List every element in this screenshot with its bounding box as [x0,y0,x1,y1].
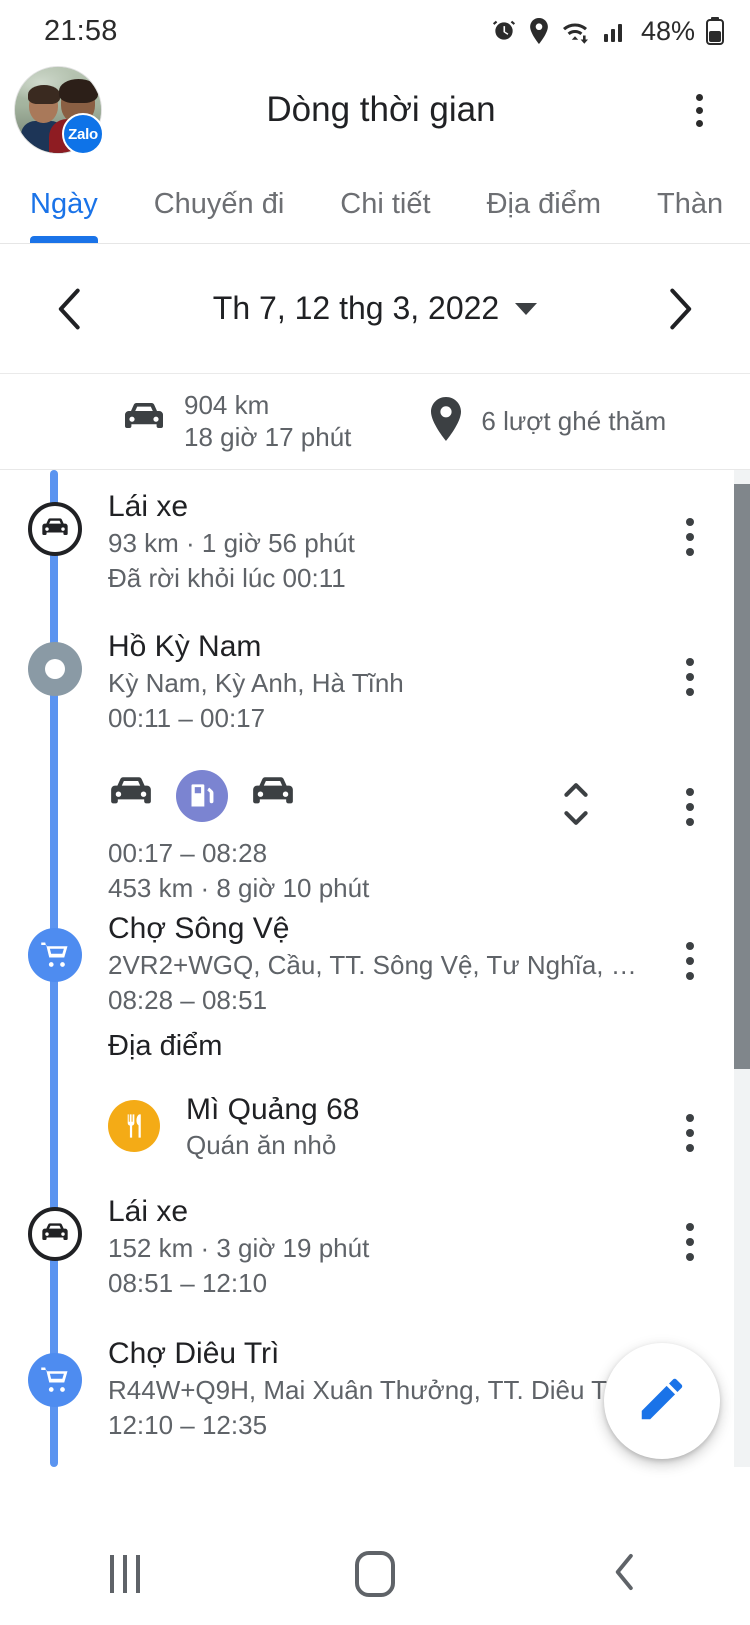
edit-pencil-icon [635,1372,689,1431]
back-button[interactable] [565,1539,685,1609]
tab-dia-diem[interactable]: Địa điểm [487,188,601,243]
location-icon [528,18,550,44]
entry-address: 2VR2+WGQ, Cầu, TT. Sông Vệ, Tư Nghĩa, Qu… [108,950,654,981]
app-bar: Zalo Dòng thời gian [0,62,750,158]
day-summary: 904 km 18 giờ 17 phút 6 lượt ghé thăm [0,374,750,470]
home-icon [355,1551,395,1597]
entry-overflow-icon[interactable] [670,658,710,696]
edit-fab-button[interactable] [604,1343,720,1459]
entry-text: Hồ Kỳ Nam Kỳ Nam, Kỳ Anh, Hà Tĩnh 00:11 … [108,628,654,736]
next-day-button[interactable] [656,285,704,333]
recents-button[interactable] [65,1539,185,1609]
sub-place-name: Mì Quảng 68 [186,1093,360,1126]
entry-text: Lái xe 152 km · 3 giờ 19 phút 08:51 – 12… [108,1193,654,1301]
entry-detail: 93 km · 1 giờ 56 phút [108,528,355,559]
tab-chuyen-di[interactable]: Chuyến đi [154,188,285,243]
overflow-menu-icon[interactable] [674,86,724,135]
back-icon [609,1550,641,1599]
status-bar: 21:58 48% [0,0,750,62]
sub-place-item[interactable]: Mì Quảng 68 Quán ăn nhỏ [108,1090,654,1163]
alarm-icon [491,18,517,44]
summary-km: 904 km [184,389,270,420]
location-pin-icon [429,397,463,446]
battery-icon [706,17,724,45]
sub-section-header: Địa điểm [108,1030,654,1063]
scrollbar-track[interactable] [734,470,750,1467]
entry-title: Lái xe [108,490,189,523]
wifi-icon [561,18,591,44]
scrollbar-thumb[interactable] [734,484,750,1069]
car-icon [122,401,166,442]
summary-visits: 6 lượt ghé thăm [429,397,666,446]
entry-text: Lái xe 93 km · 1 giờ 56 phút Đã rời khỏi… [108,488,654,596]
date-selector[interactable]: Th 7, 12 thg 3, 2022 [212,290,538,327]
page-title: Dòng thời gian [266,90,496,129]
avatar[interactable]: Zalo [14,66,104,155]
entry-text: Chợ Diêu Trì R44W+Q9H, Mai Xuân Thưởng, … [108,1335,654,1443]
tab-thanh-pho[interactable]: Thàn [657,188,723,243]
chevron-down-icon [515,302,538,315]
summary-duration: 18 giờ 17 phút [184,421,352,452]
unfold-more-icon[interactable] [560,780,592,828]
entry-time: 12:10 – 12:35 [108,1410,268,1441]
entry-overflow-icon[interactable] [670,942,710,980]
entry-address: R44W+Q9H, Mai Xuân Thưởng, TT. Diêu Trì,… [108,1375,654,1406]
car-icon [28,1207,82,1261]
entry-detail: 152 km · 3 giờ 19 phút [108,1233,370,1264]
tab-chi-tiet[interactable]: Chi tiết [340,188,430,243]
recents-icon [110,1555,140,1593]
sub-header-label: Địa điểm [108,1030,223,1062]
entry-time: 08:28 – 08:51 [108,985,268,1016]
entry-time: 00:11 – 00:17 [108,703,266,734]
fuel-icon [176,770,228,822]
summary-visits-text: 6 lượt ghé thăm [481,406,667,436]
restaurant-icon [108,1100,160,1153]
battery-percent: 48% [640,15,695,46]
phone-screen: 21:58 48% Zalo Dòng thời gian Ngày Chuyế… [0,0,750,1625]
entry-title: Chợ Diêu Trì [108,1337,280,1370]
tab-bar: Ngày Chuyến đi Chi tiết Địa điểm Thàn [0,158,750,244]
signal-icon [602,18,628,44]
zalo-badge-icon: Zalo [62,113,104,155]
sub-place-category: Quán ăn nhỏ [186,1130,337,1160]
entry-overflow-icon[interactable] [670,518,710,556]
tab-ngay[interactable]: Ngày [30,188,98,243]
place-dot-icon [28,642,82,696]
cart-icon [28,928,82,982]
previous-day-button[interactable] [46,285,94,333]
cart-icon [28,1353,82,1407]
entry-title: Hồ Kỳ Nam [108,630,262,663]
sub-place-overflow-icon[interactable] [670,1114,710,1152]
summary-distance: 904 km 18 giờ 17 phút [122,390,351,453]
car-icon [108,775,154,818]
entry-detail: 453 km · 8 giờ 10 phút [108,872,370,903]
entry-time: Đã rời khỏi lúc 00:11 [108,563,346,594]
entry-title: Chợ Sông Vệ [108,912,290,945]
entry-address: Kỳ Nam, Kỳ Anh, Hà Tĩnh [108,668,404,699]
car-icon [28,502,82,556]
status-time: 21:58 [44,14,118,47]
entry-overflow-icon[interactable] [670,1223,710,1261]
summary-distance-text: 904 km 18 giờ 17 phút [184,390,351,453]
date-navigation: Th 7, 12 thg 3, 2022 [0,244,750,374]
entry-title: Lái xe [108,1195,189,1228]
car-icon [250,775,296,818]
entry-text: Chợ Sông Vệ 2VR2+WGQ, Cầu, TT. Sông Vệ, … [108,910,654,1018]
timeline-list[interactable]: Lái xe 93 km · 1 giờ 56 phút Đã rời khỏi… [0,470,750,1467]
entry-overflow-icon[interactable] [670,788,710,826]
home-button[interactable] [315,1539,435,1609]
android-nav-bar [0,1523,750,1625]
entry-time: 00:17 – 08:28 [108,838,268,868]
status-icons: 48% [491,16,724,47]
current-date-label: Th 7, 12 thg 3, 2022 [212,290,500,326]
entry-time: 08:51 – 12:10 [108,1268,268,1299]
